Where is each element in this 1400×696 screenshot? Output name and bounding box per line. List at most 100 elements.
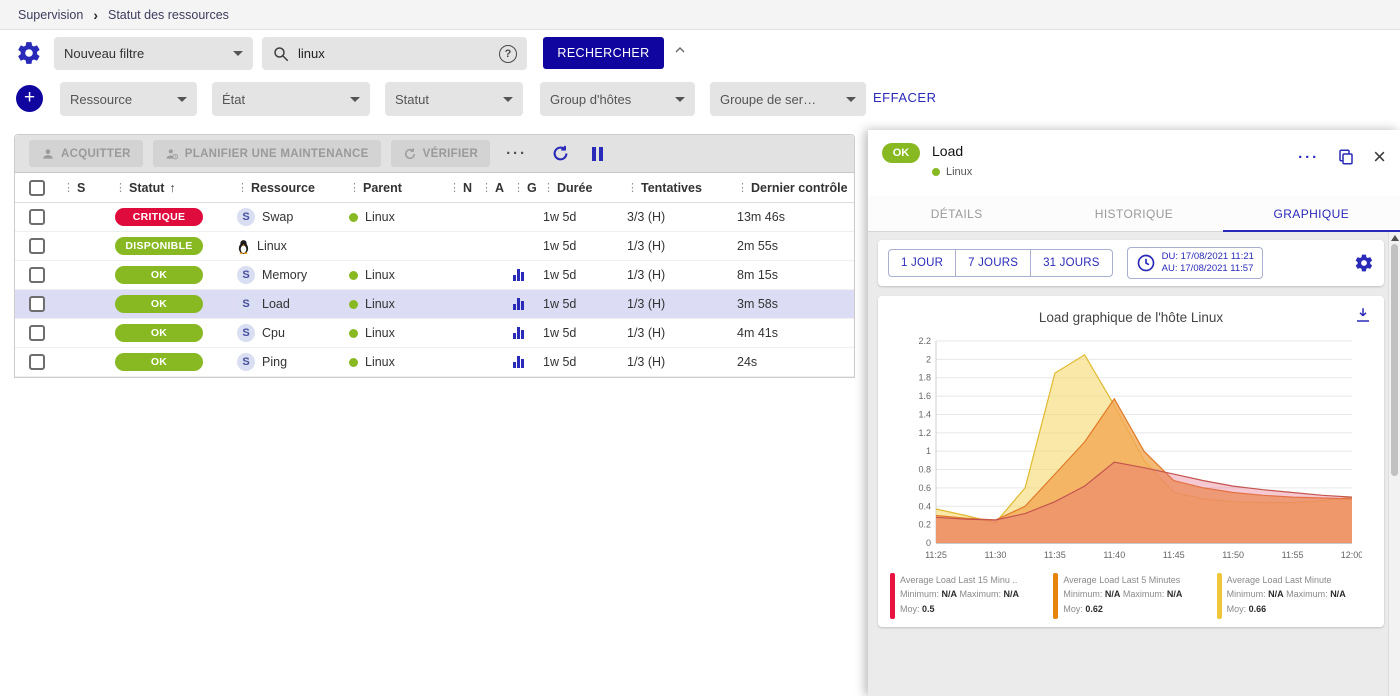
svg-text:1.2: 1.2 (918, 428, 931, 438)
column-header-g[interactable]: ⋮G (509, 173, 539, 202)
resource-name[interactable]: Swap (262, 210, 293, 224)
acknowledge-button[interactable]: ACQUITTER (29, 140, 143, 167)
row-checkbox[interactable] (29, 325, 45, 341)
graph-icon[interactable] (513, 269, 524, 281)
drag-handle-icon[interactable]: ⋮ (115, 181, 126, 194)
parent-name[interactable]: Linux (365, 268, 395, 282)
tab-graph[interactable]: GRAPHIQUE (1223, 196, 1400, 231)
tab-history[interactable]: HISTORIQUE (1045, 196, 1222, 231)
drag-handle-icon[interactable]: ⋮ (63, 181, 74, 194)
search-box: ? (262, 37, 527, 70)
saved-filter-select[interactable]: Nouveau filtre (54, 37, 253, 70)
parent-status-dot (349, 271, 358, 280)
table-row[interactable]: OKSLoadLinux1w 5d1/3 (H)3m 58s (15, 290, 854, 319)
last-check-cell: 24s (733, 348, 854, 376)
state-dropdown[interactable]: État (212, 82, 370, 116)
servicegroup-dropdown[interactable]: Groupe de ser… (710, 82, 866, 116)
check-button[interactable]: VÉRIFIER (391, 140, 490, 167)
drag-handle-icon[interactable]: ⋮ (449, 181, 460, 194)
panel-parent-name[interactable]: Linux (946, 166, 972, 178)
refresh-icon[interactable] (551, 144, 570, 163)
resource-type-dropdown[interactable]: Ressource (60, 82, 197, 116)
status-badge: DISPONIBLE (115, 237, 203, 255)
graph-icon[interactable] (513, 327, 524, 339)
range-1day-button[interactable]: 1 JOUR (888, 249, 956, 277)
graph-settings-gear-icon[interactable] (1354, 253, 1374, 273)
legend-min-max: Minimum: N/A Maximum: N/A (1227, 589, 1346, 600)
row-checkbox[interactable] (29, 267, 45, 283)
search-input[interactable] (298, 46, 491, 61)
maintenance-button[interactable]: PLANIFIER UNE MAINTENANCE (153, 140, 381, 167)
drag-handle-icon[interactable]: ⋮ (481, 181, 492, 194)
table-row[interactable]: OKSMemoryLinux1w 5d1/3 (H)8m 15s (15, 261, 854, 290)
graph-icon[interactable] (513, 298, 524, 310)
column-header-duration[interactable]: ⋮Durée (539, 173, 623, 202)
resource-name[interactable]: Linux (257, 239, 287, 253)
parent-name[interactable]: Linux (365, 355, 395, 369)
row-checkbox[interactable] (29, 209, 45, 225)
parent-name[interactable]: Linux (365, 326, 395, 340)
column-header-parent[interactable]: ⋮Parent (345, 173, 445, 202)
column-header-severity[interactable]: ⋮S (59, 173, 111, 202)
select-all-checkbox[interactable] (29, 180, 45, 196)
legend-item[interactable]: Average Load Last 5 MinutesMinimum: N/A … (1053, 573, 1208, 619)
column-header-n[interactable]: ⋮N (445, 173, 477, 202)
drag-handle-icon[interactable]: ⋮ (737, 181, 748, 194)
host-status-dot (932, 168, 940, 176)
duration-cell: 1w 5d (539, 232, 623, 260)
range-7days-button[interactable]: 7 JOURS (956, 249, 1031, 277)
row-checkbox[interactable] (29, 238, 45, 254)
drag-handle-icon[interactable]: ⋮ (349, 181, 360, 194)
custom-period-button[interactable]: DU: 17/08/2021 11:21 AU: 17/08/2021 11:5… (1127, 247, 1263, 279)
resource-name[interactable]: Cpu (262, 326, 285, 340)
breadcrumb-supervision[interactable]: Supervision (18, 8, 83, 22)
resource-name[interactable]: Load (262, 297, 290, 311)
table-row[interactable]: DISPONIBLELinux1w 5d1/3 (H)2m 55s (15, 232, 854, 261)
chevron-up-icon[interactable] (672, 42, 688, 61)
status-badge: CRITIQUE (115, 208, 203, 226)
clear-filters-button[interactable]: EFFACER (873, 90, 936, 105)
column-header-tries[interactable]: ⋮Tentatives (623, 173, 733, 202)
search-button[interactable]: RECHERCHER (543, 37, 664, 69)
column-header-last-check[interactable]: ⋮Dernier contrôle (733, 173, 854, 202)
row-checkbox[interactable] (29, 296, 45, 312)
help-icon[interactable]: ? (499, 45, 517, 63)
column-header-resource[interactable]: ⋮Ressource (233, 173, 345, 202)
parent-name[interactable]: Linux (365, 210, 395, 224)
legend-average: Moy: 0.66 (1227, 604, 1346, 615)
pause-icon[interactable] (592, 147, 603, 161)
service-icon: S (237, 266, 255, 284)
drag-handle-icon[interactable]: ⋮ (237, 181, 248, 194)
table-row[interactable]: CRITIQUESSwapLinux1w 5d3/3 (H)13m 46s (15, 203, 854, 232)
row-checkbox[interactable] (29, 354, 45, 370)
more-actions-icon[interactable]: ··· (506, 145, 527, 162)
settings-gear-icon[interactable] (16, 40, 42, 66)
close-panel-icon[interactable]: × (1373, 146, 1386, 168)
drag-handle-icon[interactable]: ⋮ (513, 181, 524, 194)
parent-name[interactable]: Linux (365, 297, 395, 311)
range-31days-button[interactable]: 31 JOURS (1031, 249, 1113, 277)
table-row[interactable]: OKSPingLinux1w 5d1/3 (H)24s (15, 348, 854, 377)
column-header-a[interactable]: ⋮A (477, 173, 509, 202)
column-header-status[interactable]: ⋮Statut↑ (111, 173, 233, 202)
tab-details[interactable]: DÉTAILS (868, 196, 1045, 231)
table-row[interactable]: OKSCpuLinux1w 5d1/3 (H)4m 41s (15, 319, 854, 348)
panel-scrollbar[interactable] (1388, 232, 1400, 696)
panel-status-badge: OK (882, 143, 920, 163)
download-icon[interactable] (1354, 306, 1372, 327)
scrollbar-thumb[interactable] (1391, 244, 1398, 476)
hostgroup-dropdown[interactable]: Group d'hôtes (540, 82, 695, 116)
panel-more-icon[interactable]: ··· (1298, 149, 1319, 166)
status-dropdown[interactable]: Statut (385, 82, 523, 116)
breadcrumb-current-page[interactable]: Statut des ressources (108, 8, 229, 22)
legend-item[interactable]: Average Load Last 15 Minu ..Minimum: N/A… (890, 573, 1045, 619)
copy-link-icon[interactable] (1337, 148, 1355, 166)
resource-name[interactable]: Memory (262, 268, 307, 282)
scroll-up-arrow-icon[interactable] (1391, 235, 1399, 241)
drag-handle-icon[interactable]: ⋮ (627, 181, 638, 194)
graph-icon[interactable] (513, 356, 524, 368)
add-criteria-button[interactable]: + (16, 85, 43, 112)
legend-item[interactable]: Average Load Last MinuteMinimum: N/A Max… (1217, 573, 1372, 619)
drag-handle-icon[interactable]: ⋮ (543, 181, 554, 194)
resource-name[interactable]: Ping (262, 355, 287, 369)
